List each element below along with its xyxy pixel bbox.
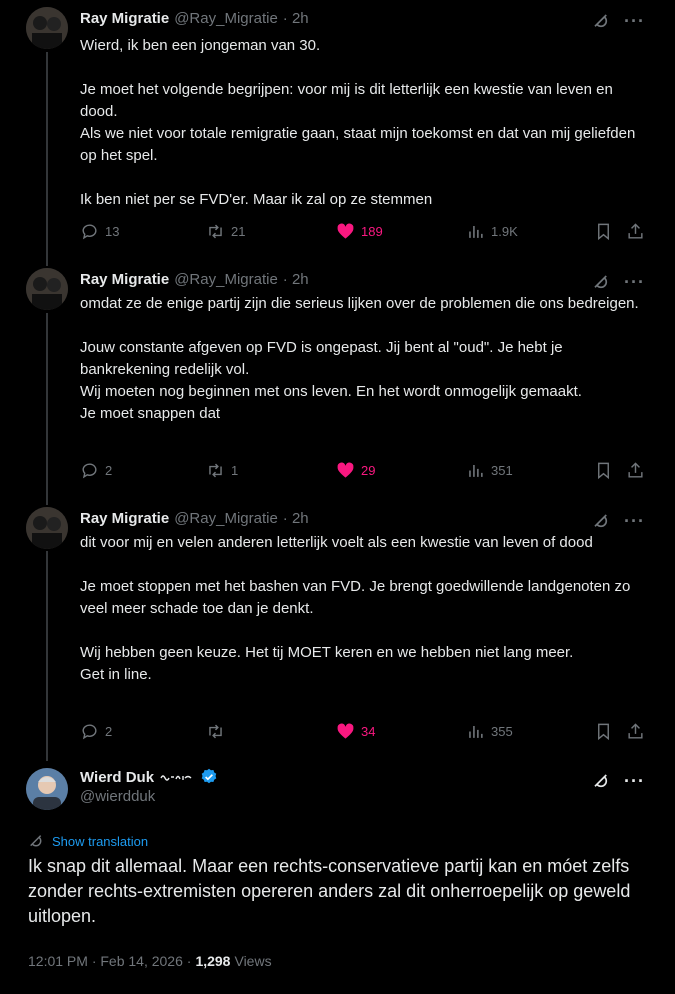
tweet-text: Wierd, ik ben een jongeman van 30. Je mo… — [80, 35, 650, 211]
verified-badge-icon — [201, 768, 217, 784]
reply-icon — [82, 724, 97, 740]
avatar[interactable] — [26, 268, 68, 310]
tweet-header: Ray Migratie @Ray_Migratie · 2h — [80, 271, 309, 288]
post-time[interactable]: · 2h — [283, 510, 309, 527]
tweet-paragraph: Je moet stoppen met het bashen van FVD. … — [80, 578, 631, 617]
reply-count: 13 — [105, 224, 120, 239]
author-handle[interactable]: @Ray_Migratie — [174, 510, 278, 527]
heart-icon — [337, 723, 354, 739]
tweet-paragraph: dit voor mij en velen anderen letterlijk… — [80, 534, 593, 551]
tweet-header: Ray Migratie @Ray_Migratie · 2h — [80, 10, 309, 27]
like-button[interactable]: 34 — [336, 722, 375, 741]
views-icon — [469, 725, 483, 738]
timestamp[interactable]: 12:01 PM · Feb 14, 2026 · — [28, 953, 191, 969]
reply-icon — [82, 224, 97, 240]
like-count: 34 — [361, 724, 376, 739]
tweet-paragraph: Wij hebben geen keuze. Het tij MOET kere… — [80, 644, 574, 683]
author-name[interactable]: Ray Migratie — [80, 510, 169, 527]
bookmark-icon[interactable] — [594, 461, 613, 480]
tweet-meta: 12:01 PM · Feb 14, 2026 · 1,298 Views — [28, 953, 272, 969]
views-count: 355 — [491, 724, 513, 739]
reply-button[interactable]: 2 — [80, 722, 112, 741]
repost-button[interactable] — [206, 722, 225, 741]
views-button[interactable]: 1.9K — [466, 222, 518, 241]
translate-icon — [30, 835, 42, 847]
like-count: 189 — [361, 224, 383, 239]
thread-line — [46, 52, 48, 266]
action-bar: 2 34 355 — [80, 722, 645, 744]
views-icon — [469, 225, 483, 238]
name-emoji — [160, 775, 192, 781]
views-label: Views — [234, 953, 272, 969]
like-button[interactable]: 189 — [336, 222, 383, 241]
reply-count: 2 — [105, 724, 113, 739]
tweet-header: Ray Migratie @Ray_Migratie · 2h — [80, 510, 309, 527]
heart-icon — [337, 462, 354, 478]
views-count: 1.9K — [491, 224, 518, 239]
like-button[interactable]: 29 — [336, 461, 375, 480]
thread-line — [46, 313, 48, 505]
thread-line — [46, 551, 48, 761]
author-name[interactable]: Ray Migratie — [80, 10, 169, 27]
views-button[interactable]: 351 — [466, 461, 513, 480]
more-icon[interactable]: ··· — [624, 772, 645, 790]
more-icon[interactable]: ··· — [624, 12, 645, 30]
reply-icon — [82, 463, 97, 479]
author-handle[interactable]: @Ray_Migratie — [174, 10, 278, 27]
author-handle[interactable]: @wierdduk — [80, 788, 218, 805]
tweet-paragraph: Ik ben niet per se FVD'er. Maar ik zal o… — [80, 191, 433, 208]
bookmark-icon[interactable] — [594, 222, 613, 241]
share-icon[interactable] — [626, 722, 645, 741]
author-name[interactable]: Wierd Duk — [80, 769, 154, 786]
show-translation-link[interactable]: Show translation — [28, 833, 148, 849]
action-bar: 2 1 29 351 — [80, 461, 645, 483]
repost-button[interactable]: 1 — [206, 461, 238, 480]
more-icon[interactable]: ··· — [624, 512, 645, 530]
repost-button[interactable]: 21 — [206, 222, 245, 241]
avatar[interactable] — [26, 768, 68, 810]
grok-icon[interactable] — [592, 12, 610, 30]
post-time[interactable]: · 2h — [283, 271, 309, 288]
like-count: 29 — [361, 463, 376, 478]
reply-count: 2 — [105, 463, 113, 478]
author-name[interactable]: Ray Migratie — [80, 271, 169, 288]
tweet-text: dit voor mij en velen anderen letterlijk… — [80, 532, 650, 686]
avatar[interactable] — [26, 507, 68, 549]
more-icon[interactable]: ··· — [624, 273, 645, 291]
repost-icon — [209, 724, 222, 739]
repost-icon — [209, 463, 222, 478]
grok-icon[interactable] — [592, 512, 610, 530]
show-translation-label: Show translation — [52, 833, 149, 849]
author-handle[interactable]: @Ray_Migratie — [174, 271, 278, 288]
reply-button[interactable]: 13 — [80, 222, 119, 241]
avatar[interactable] — [26, 7, 68, 49]
tweet-paragraph: Wierd, ik ben een jongeman van 30. — [80, 37, 321, 54]
tweet-paragraph: Je moet het volgende begrijpen: voor mij… — [80, 81, 636, 164]
tweet-paragraph: omdat ze de enige partij zijn die serieu… — [80, 295, 639, 312]
views-count: 351 — [491, 463, 513, 478]
tweet-text: omdat ze de enige partij zijn die serieu… — [80, 293, 650, 425]
share-icon[interactable] — [626, 222, 645, 241]
grok-icon[interactable] — [592, 273, 610, 291]
tweet-paragraph: Jouw constante afgeven op FVD is ongepas… — [80, 339, 582, 422]
main-tweet-text: Ik snap dit allemaal. Maar een rechts-co… — [28, 856, 631, 926]
repost-count: 1 — [231, 463, 239, 478]
share-icon[interactable] — [626, 461, 645, 480]
action-bar: 13 21 189 1.9K — [80, 222, 645, 244]
bookmark-icon[interactable] — [594, 722, 613, 741]
repost-icon — [209, 224, 222, 239]
views-icon — [469, 464, 483, 477]
views-button[interactable]: 355 — [466, 722, 513, 741]
repost-count: 21 — [231, 224, 246, 239]
grok-icon[interactable] — [592, 772, 610, 790]
heart-icon — [337, 223, 354, 239]
post-time[interactable]: · 2h — [283, 10, 309, 27]
views-count: 1,298 — [195, 953, 231, 969]
reply-button[interactable]: 2 — [80, 461, 112, 480]
